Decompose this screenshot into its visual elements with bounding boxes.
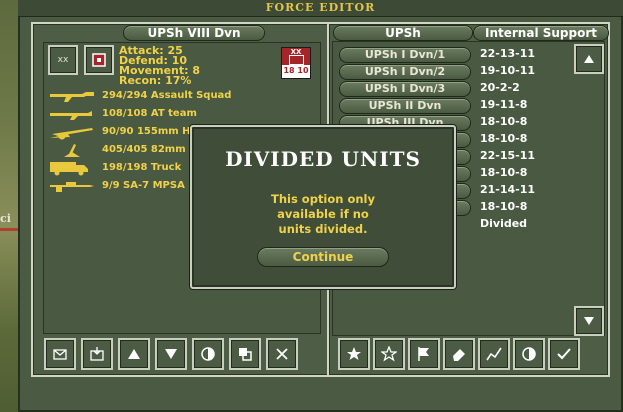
dialog-message-line: available if no: [277, 207, 369, 221]
subunit-value: 18-10-8: [480, 115, 528, 128]
tool-button[interactable]: [443, 338, 475, 370]
subunit-value: 22-13-11: [480, 47, 536, 60]
unit-label: 198/198 Truck: [102, 162, 182, 173]
copy-icon: [239, 348, 252, 361]
dialog-message-line: units divided.: [278, 222, 368, 236]
mortar-icon: [64, 144, 80, 157]
close-button[interactable]: [266, 338, 298, 370]
col-header-upsh[interactable]: UPSh: [333, 25, 473, 41]
subunit-name: UPSh I Dvn/2: [364, 65, 446, 78]
half-circle-icon: [522, 347, 536, 361]
half-circle-button-2[interactable]: [513, 338, 545, 370]
unit-name: UPSh VIII Dvn: [147, 26, 241, 40]
subunit-value: 18-10-8: [480, 200, 528, 213]
subunit-item[interactable]: UPSh I Dvn/1: [339, 47, 471, 63]
tool-button[interactable]: [338, 338, 370, 370]
unit-xx-icon: xx: [57, 55, 69, 65]
truck-icon: [50, 162, 88, 176]
envelope-out-icon: [53, 349, 67, 360]
howitzer-icon: [50, 128, 93, 140]
close-icon: [276, 348, 288, 360]
unit-label: 108/108 AT team: [102, 108, 197, 119]
unit-name-pill[interactable]: UPSh VIII Dvn: [123, 25, 265, 41]
unit-counter-icon: XX 18 10: [281, 47, 311, 79]
dialog-title: DIVIDED UNITS: [225, 147, 421, 171]
window-title: FORCE EDITOR: [18, 0, 623, 17]
star-icon: [347, 347, 361, 360]
subunit-value: Divided: [480, 217, 528, 230]
subunit-name: UPSh I Dvn/1: [364, 48, 446, 61]
star-split-icon: [381, 346, 397, 362]
arrow-up-icon: [584, 55, 594, 63]
unit-label: 90/90 155mm H: [102, 126, 191, 137]
col2-header-label: Internal Support: [485, 26, 597, 40]
dialog-message: This option only available if no units d…: [222, 192, 424, 237]
flag-box-icon: [92, 53, 106, 67]
unit-symbol-button[interactable]: xx: [48, 45, 78, 75]
stat-recon: Recon: 17%: [119, 74, 192, 87]
unit-label: 405/405 82mm: [102, 144, 186, 155]
at-rifle-icon: [50, 111, 92, 120]
subunit-name: UPSh II Dvn: [368, 99, 442, 112]
subunit-item[interactable]: UPSh II Dvn: [339, 98, 471, 114]
half-circle-button[interactable]: [192, 338, 224, 370]
rifle-icon: [50, 92, 94, 102]
subunit-value: 18-10-8: [480, 132, 528, 145]
arrow-down-icon: [584, 317, 594, 325]
sam-icon: [50, 182, 94, 192]
counter-values: 18 10: [283, 66, 309, 75]
tool-button[interactable]: [478, 338, 510, 370]
tool-button[interactable]: [44, 338, 76, 370]
confirm-button[interactable]: [548, 338, 580, 370]
continue-button[interactable]: Continue: [257, 247, 389, 267]
col-header-support[interactable]: Internal Support: [473, 25, 609, 41]
triangle-up-icon: [128, 349, 140, 359]
move-down-button[interactable]: [155, 338, 187, 370]
checkmark-icon: [557, 348, 571, 360]
subunit-value: 20-2-2: [480, 81, 520, 94]
subunit-value: 22-15-11: [480, 149, 536, 162]
subunit-value: 18-10-8: [480, 166, 528, 179]
flag-icon: [418, 347, 429, 361]
envelope-in-icon: [90, 347, 104, 361]
line-chart-icon: [486, 347, 502, 361]
copy-button[interactable]: [229, 338, 261, 370]
tool-button[interactable]: [81, 338, 113, 370]
subunit-name: UPSh I Dvn/3: [364, 82, 446, 95]
subunit-item[interactable]: UPSh I Dvn/3: [339, 81, 471, 97]
eraser-icon: [453, 349, 465, 361]
tool-button[interactable]: [408, 338, 440, 370]
divided-units-dialog: DIVIDED UNITS This option only available…: [190, 125, 456, 289]
scroll-up-button[interactable]: [574, 44, 604, 74]
force-editor-window: FORCE EDITOR UPSh VIII Dvn xx Attack: 25…: [18, 0, 623, 412]
scroll-down-button[interactable]: [574, 306, 604, 336]
half-circle-icon: [201, 347, 215, 361]
map-label: ci: [0, 212, 11, 225]
triangle-down-icon: [165, 349, 177, 359]
subunit-value: 21-14-11: [480, 183, 536, 196]
col-header-label: UPSh: [385, 26, 421, 40]
subunit-item[interactable]: UPSh I Dvn/2: [339, 64, 471, 80]
subunit-value: 19-11-8: [480, 98, 528, 111]
tool-button[interactable]: [373, 338, 405, 370]
move-up-button[interactable]: [118, 338, 150, 370]
unit-label: 9/9 SA-7 MPSA: [102, 180, 185, 191]
subunit-value: 19-10-11: [480, 64, 536, 77]
dialog-message-line: This option only: [270, 192, 375, 206]
unit-flag-button[interactable]: [84, 45, 114, 75]
unit-label: 294/294 Assault Squad: [102, 90, 232, 101]
